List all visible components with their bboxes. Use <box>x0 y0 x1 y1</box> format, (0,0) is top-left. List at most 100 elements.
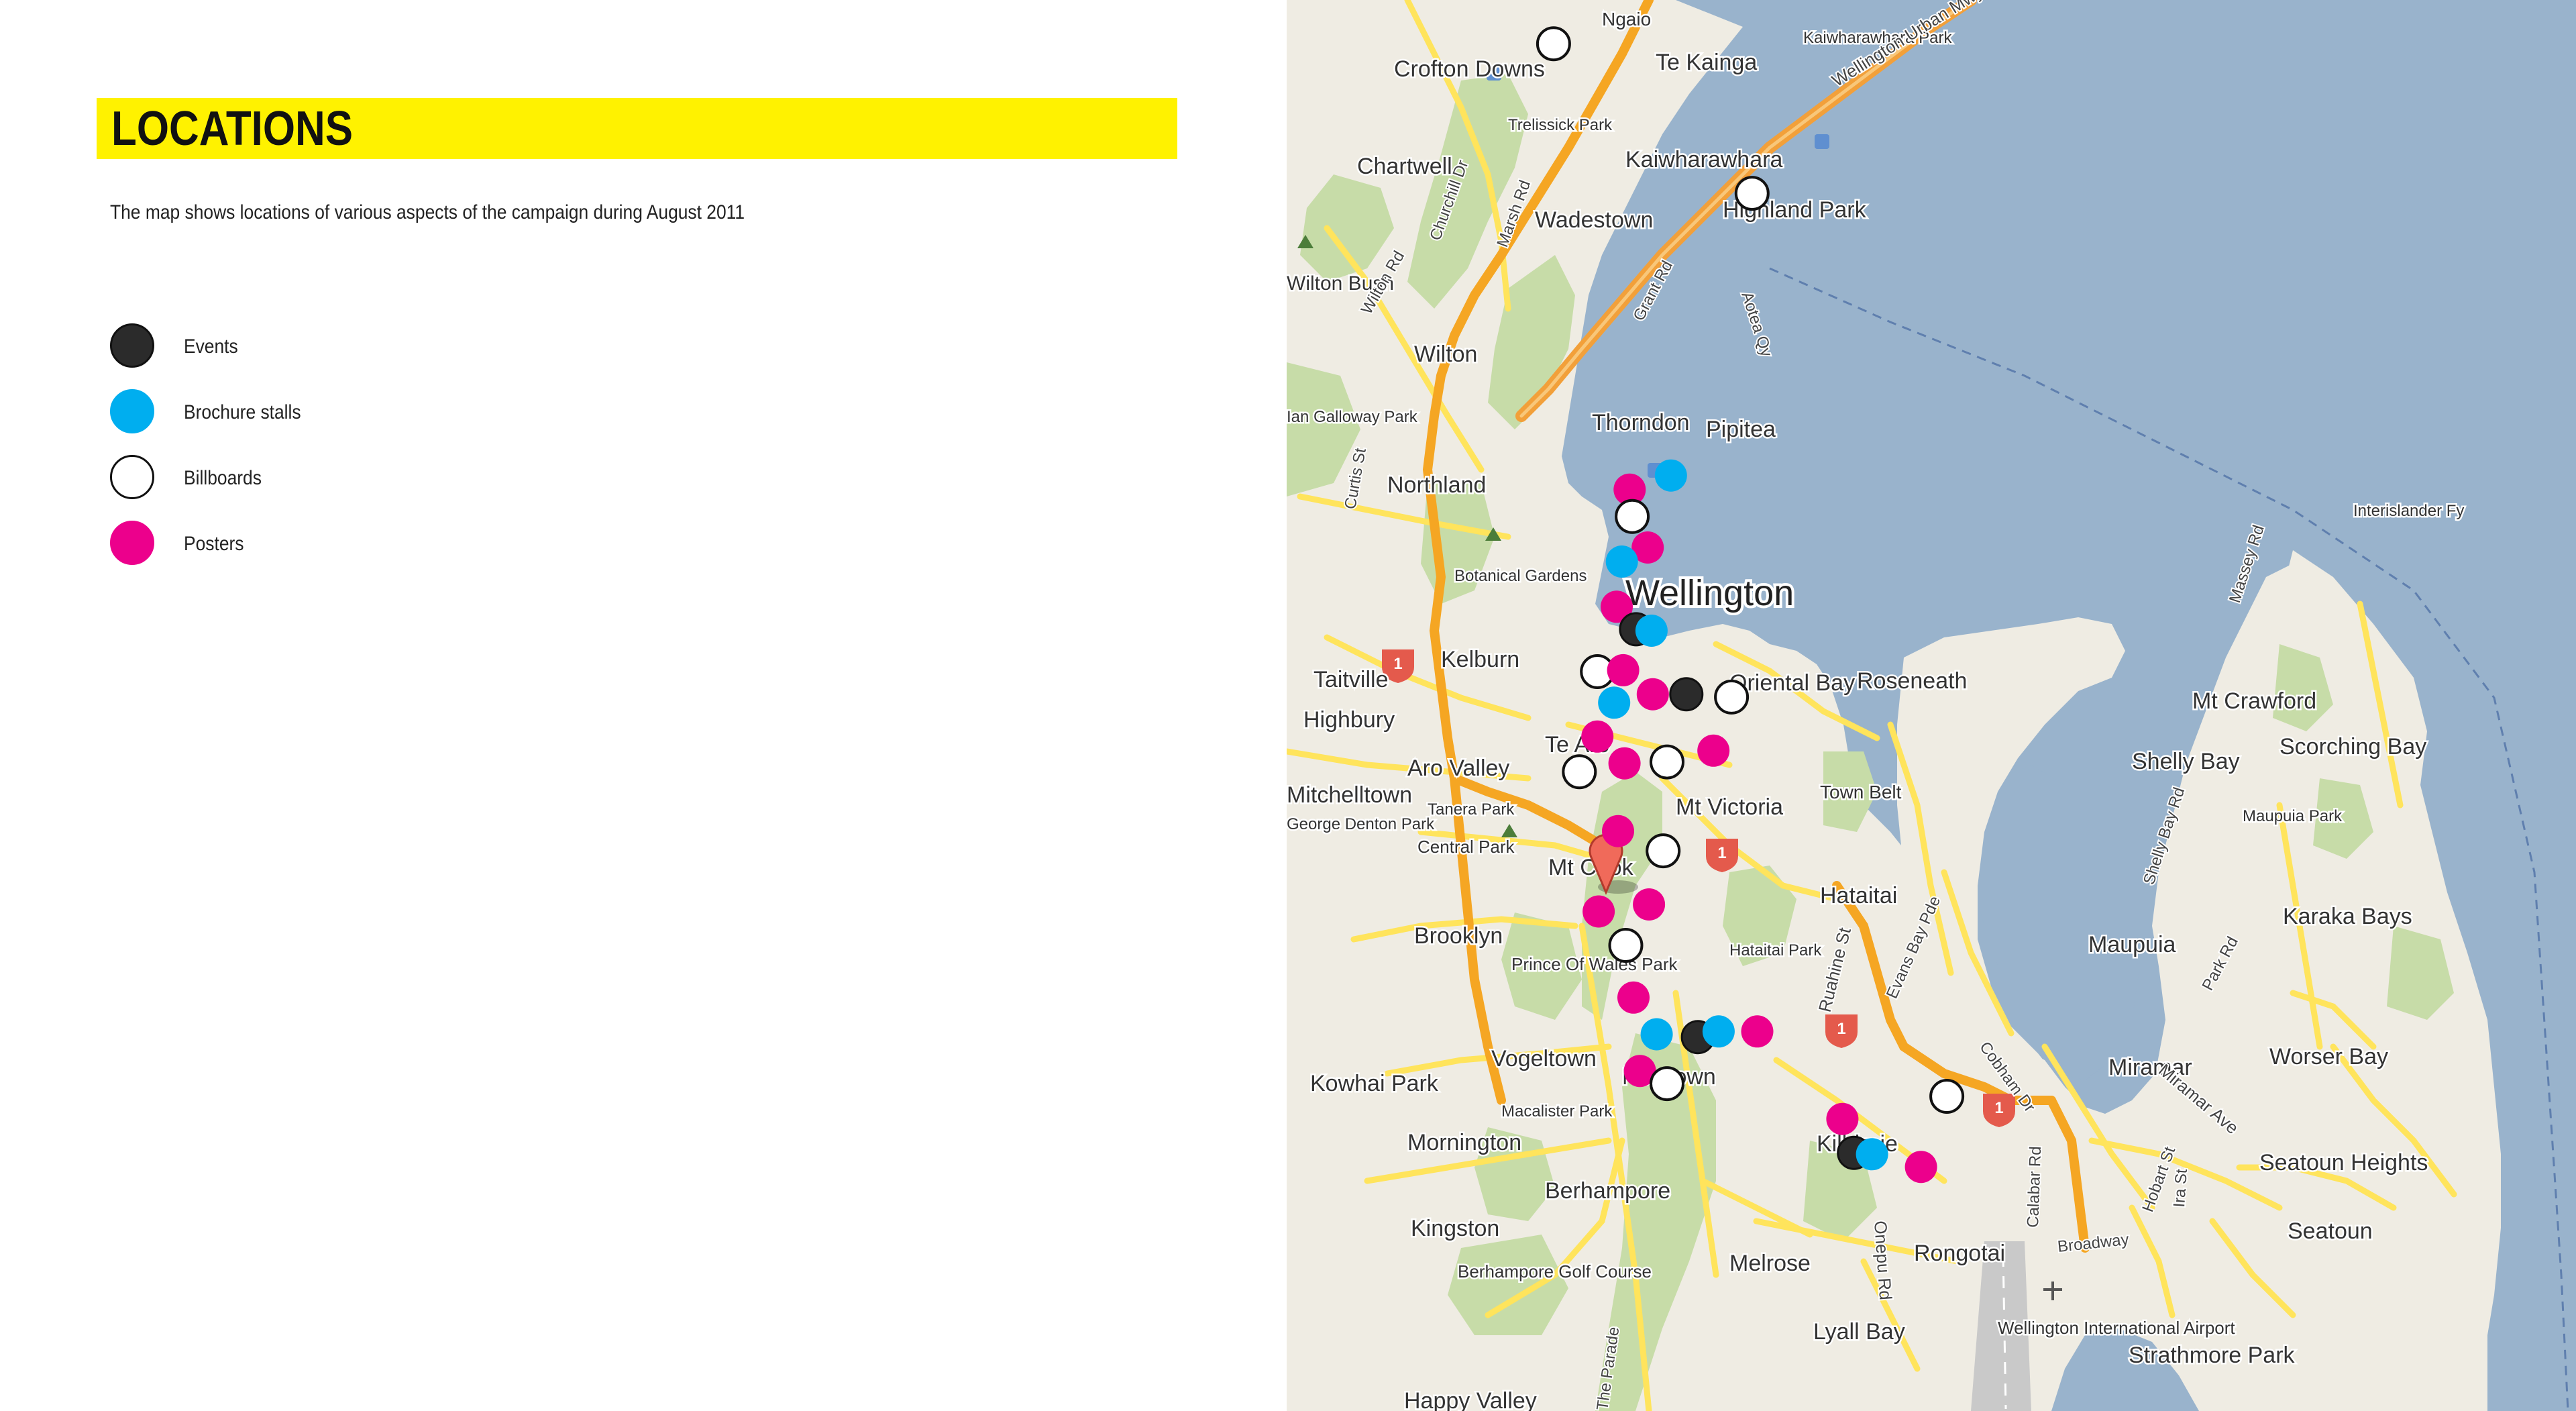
poster-marker[interactable] <box>1581 720 1614 753</box>
billboard-marker[interactable] <box>1714 679 1750 715</box>
shield-number: 1 <box>1994 1099 2003 1117</box>
shield-number: 1 <box>1393 655 1402 673</box>
map[interactable]: 1 1 1 1 Ngaio Te Kainga Kaiwharawhara Pa… <box>1287 0 2576 1411</box>
poster-marker[interactable] <box>1617 981 1650 1014</box>
place-label: Oriental Bay <box>1729 670 1855 696</box>
place-label: Ngaio <box>1602 9 1651 30</box>
place-label: Kowhai Park <box>1310 1071 1439 1096</box>
poster-marker-icon <box>110 521 154 565</box>
legend-item-events: Events <box>110 323 513 372</box>
poster-marker[interactable] <box>1608 747 1641 780</box>
place-label: Melrose <box>1729 1251 1811 1276</box>
poster-marker[interactable] <box>1826 1102 1859 1135</box>
billboard-marker[interactable] <box>1562 754 1597 790</box>
billboard-marker[interactable] <box>1615 499 1650 534</box>
place-label: Interislander Fy <box>2353 502 2464 520</box>
place-label: Trelissick Park <box>1508 116 1613 134</box>
billboard-marker[interactable] <box>1650 1066 1684 1102</box>
place-label: Hataitai <box>1820 883 1897 908</box>
place-label: Central Park <box>1417 837 1515 857</box>
legend-item-brochure-stalls: Brochure stalls <box>110 389 513 437</box>
train-station-icon <box>1815 134 1829 149</box>
place-label: Berhampore Golf Course <box>1458 1261 1652 1282</box>
description-text: The map shows locations of various aspec… <box>110 201 745 223</box>
poster-marker[interactable] <box>1636 678 1669 711</box>
billboard-marker[interactable] <box>1734 176 1770 211</box>
place-label: Town Belt <box>1820 782 1902 802</box>
place-label: Mt Crawford <box>2192 688 2316 714</box>
brochure-marker[interactable] <box>1640 1018 1673 1051</box>
place-label: Wilton <box>1414 342 1477 367</box>
place-label: Karaka Bays <box>2283 904 2412 929</box>
place-label: Chartwell <box>1357 154 1452 179</box>
billboard-marker[interactable] <box>1646 833 1681 869</box>
page-title: LOCATIONS <box>111 101 354 156</box>
poster-marker[interactable] <box>1582 895 1615 928</box>
brochure-marker[interactable] <box>1605 545 1638 578</box>
brochure-marker[interactable] <box>1856 1138 1888 1171</box>
poster-marker[interactable] <box>1904 1151 1937 1184</box>
place-label: Mitchelltown <box>1287 782 1412 808</box>
place-label: Worser Bay <box>2269 1044 2388 1069</box>
place-label: Rongotai <box>1914 1241 2005 1266</box>
brochure-marker[interactable] <box>1702 1015 1735 1048</box>
legend-item-posters: Posters <box>110 521 513 569</box>
billboard-marker[interactable] <box>1536 26 1571 62</box>
event-marker-icon <box>110 323 154 368</box>
place-label: Northland <box>1387 472 1486 498</box>
billboard-marker-icon <box>110 455 154 499</box>
billboard-marker[interactable] <box>1650 744 1684 780</box>
brochure-marker[interactable] <box>1598 686 1631 719</box>
event-marker[interactable] <box>1669 677 1704 712</box>
shield-number: 1 <box>1837 1020 1845 1038</box>
place-label: Wellington International Airport <box>1998 1318 2235 1338</box>
place-label: Seatoun <box>2288 1218 2373 1244</box>
place-label: Botanical Gardens <box>1454 567 1587 585</box>
place-label: Berhampore <box>1545 1178 1670 1204</box>
place-label: Hataitai Park <box>1729 941 1822 959</box>
place-label: Aro Valley <box>1407 755 1509 781</box>
poster-marker[interactable] <box>1602 815 1634 847</box>
poster-marker[interactable] <box>1741 1015 1774 1048</box>
poster-marker[interactable] <box>1607 654 1640 686</box>
legend-label: Billboards <box>184 467 262 489</box>
place-label: Lyall Bay <box>1813 1319 1905 1345</box>
place-label: Maupuia <box>2088 932 2176 957</box>
shield-number: 1 <box>1717 844 1726 862</box>
place-label: Strathmore Park <box>2129 1343 2296 1368</box>
place-label: Maupuia Park <box>2243 807 2343 825</box>
place-label: Kaiwharawhara <box>1625 147 1782 172</box>
place-label: Vogeltown <box>1491 1046 1597 1072</box>
place-label: Brooklyn <box>1414 923 1503 949</box>
road-label: Ira St <box>2170 1168 2191 1208</box>
brochure-marker[interactable] <box>1654 459 1687 492</box>
place-label: Happy Valley <box>1404 1388 1537 1411</box>
place-label: Prince Of Wales Park <box>1511 954 1678 974</box>
brochure-stall-marker-icon <box>110 389 154 433</box>
place-label: Highbury <box>1303 707 1395 733</box>
place-label: Roseneath <box>1857 668 1967 694</box>
poster-marker[interactable] <box>1633 888 1666 921</box>
place-label: Tanera Park <box>1428 800 1515 819</box>
place-label: Mt Victoria <box>1676 794 1783 820</box>
legend-label: Posters <box>184 533 244 555</box>
billboard-marker[interactable] <box>1608 928 1644 963</box>
map-canvas[interactable]: 1 1 1 1 NgaioTe KaingaKaiwharawhara Park… <box>1287 0 2576 1411</box>
place-label: Mornington <box>1407 1130 1521 1155</box>
place-label: Pipitea <box>1706 417 1776 442</box>
brochure-marker[interactable] <box>1635 615 1668 647</box>
legend-label: Brochure stalls <box>184 401 301 423</box>
place-label: Taitville <box>1313 667 1388 692</box>
legend-label: Events <box>184 335 238 358</box>
place-label: Macalister Park <box>1501 1102 1613 1120</box>
place-label: George Denton Park <box>1287 815 1435 833</box>
legend-item-billboards: Billboards <box>110 455 513 503</box>
city-label: Wellington <box>1625 573 1794 613</box>
poster-marker[interactable] <box>1697 734 1730 767</box>
place-label: Shelly Bay <box>2132 749 2240 774</box>
billboard-marker[interactable] <box>1929 1079 1965 1114</box>
place-label: Ian Galloway Park <box>1287 408 1418 426</box>
info-panel: LOCATIONS The map shows locations of var… <box>0 0 1287 1411</box>
place-label: Thorndon <box>1592 410 1690 435</box>
place-label: Crofton Downs <box>1394 56 1545 82</box>
